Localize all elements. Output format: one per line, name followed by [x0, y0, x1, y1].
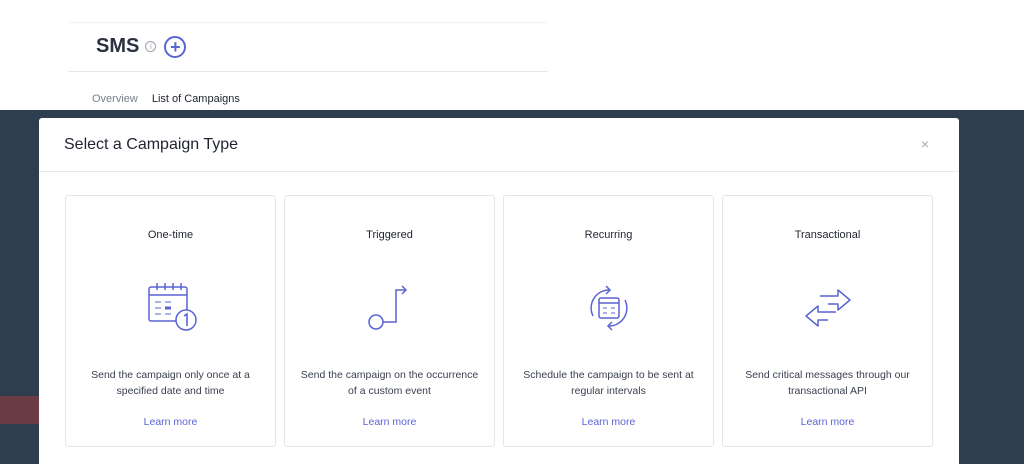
- info-icon[interactable]: i: [145, 41, 157, 52]
- calendar-icon: [147, 283, 197, 331]
- campaign-type-modal: Select a Campaign Type × One-time Send t…: [39, 118, 959, 464]
- tab-list-of-campaigns[interactable]: List of Campaigns: [152, 93, 240, 105]
- card-title: Recurring: [584, 229, 633, 241]
- modal-title: Select a Campaign Type: [64, 136, 239, 153]
- trigger-arrow-icon: [367, 285, 407, 330]
- card-transactional[interactable]: Transactional Send critical messages thr…: [722, 195, 933, 447]
- card-one-time[interactable]: One-time Send the campaign only once at …: [65, 195, 276, 447]
- backdrop-accent: [0, 396, 40, 424]
- card-description: Send the campaign only once at a specifi…: [91, 369, 250, 397]
- tab-overview[interactable]: Overview: [92, 93, 138, 105]
- card-title: One-time: [147, 229, 194, 241]
- page-header: SMS i +: [68, 22, 548, 72]
- card-description: Send the campaign on the occurrence of a…: [300, 369, 479, 397]
- page-title-text: SMS: [96, 35, 140, 57]
- learn-more-link[interactable]: Learn more: [66, 416, 275, 428]
- card-description: Schedule the campaign to be sent at regu…: [523, 369, 694, 397]
- learn-more-link[interactable]: Learn more: [723, 416, 932, 428]
- exchange-arrows-icon: [804, 289, 851, 327]
- learn-more-link[interactable]: Learn more: [285, 416, 494, 428]
- recurring-calendar-icon: [589, 285, 628, 331]
- page-tabs: Overview List of Campaigns: [92, 93, 240, 105]
- modal-header: Select a Campaign Type ×: [39, 118, 959, 172]
- add-campaign-button[interactable]: +: [164, 35, 187, 58]
- card-recurring[interactable]: Recurring Schedule the campaign to be se…: [503, 195, 714, 447]
- card-description: Send critical messages through our trans…: [745, 369, 910, 397]
- card-title: Transactional: [794, 229, 861, 241]
- card-triggered[interactable]: Triggered Send the campaign on the occur…: [284, 195, 495, 447]
- page-title: SMS i +: [96, 35, 187, 58]
- close-icon[interactable]: ×: [921, 136, 929, 152]
- learn-more-link[interactable]: Learn more: [504, 416, 713, 428]
- campaign-type-cards: One-time Send the campaign only once at …: [65, 195, 933, 447]
- card-title: Triggered: [366, 229, 413, 241]
